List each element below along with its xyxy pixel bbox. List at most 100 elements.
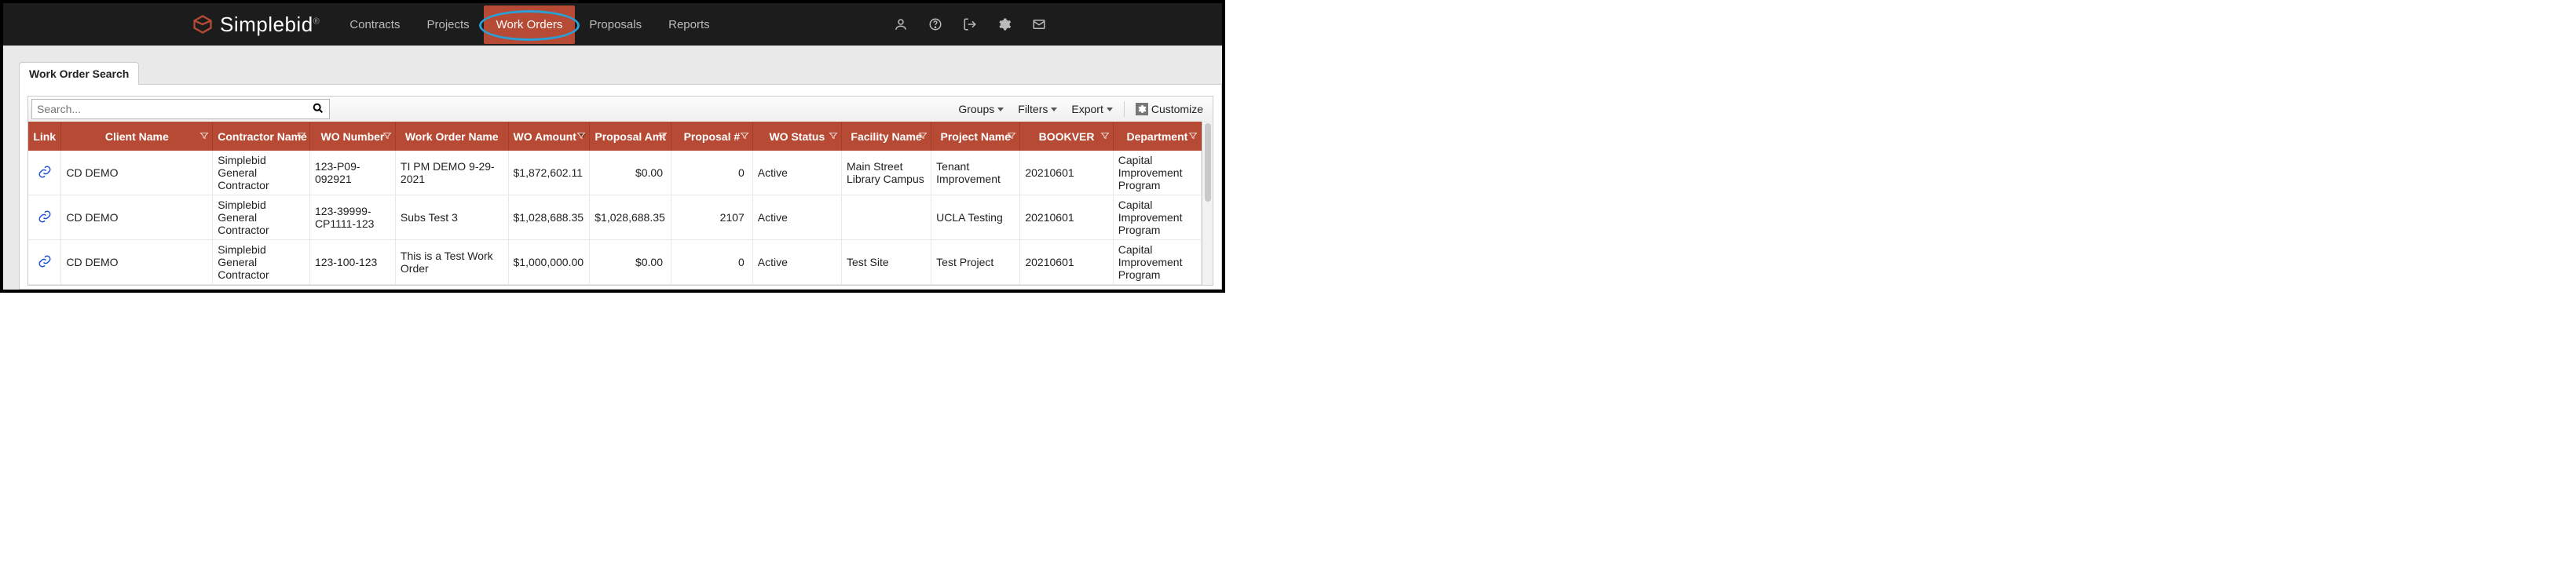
nav-tab-projects[interactable]: Projects (414, 5, 481, 44)
cell-woname: This is a Test Work Order (395, 240, 508, 285)
cell-status: Active (752, 151, 841, 195)
filter-icon[interactable] (382, 130, 392, 143)
column-header-project[interactable]: Project Name (931, 122, 1020, 151)
cell-status: Active (752, 195, 841, 240)
nav-tab-reports[interactable]: Reports (656, 5, 723, 44)
cell-wonum: 123-39999-CP1111-123 (309, 195, 395, 240)
cell-contractor: Simplebid General Contractor (213, 240, 310, 285)
column-header-woname[interactable]: Work Order Name (395, 122, 508, 151)
nav-tab-work-orders[interactable]: Work Orders (484, 5, 576, 44)
cell-status: Active (752, 240, 841, 285)
column-header-status[interactable]: WO Status (752, 122, 841, 151)
filter-icon[interactable] (1188, 130, 1198, 143)
brand-logo[interactable]: Simplebid® (3, 13, 337, 37)
column-header-label: WO Amount (514, 130, 576, 143)
cell-propamt: $1,028,688.35 (590, 195, 671, 240)
settings-gear-icon[interactable] (997, 17, 1012, 31)
cell-woamount: $1,028,688.35 (508, 195, 590, 240)
column-header-label: Proposal Amt (595, 130, 666, 143)
column-header-facility[interactable]: Facility Name (841, 122, 931, 151)
dropdown-label: Export (1071, 103, 1103, 115)
cell-facility (841, 195, 931, 240)
nav-tab-contracts[interactable]: Contracts (337, 5, 412, 44)
page-tab-work-order-search[interactable]: Work Order Search (19, 62, 139, 85)
vertical-scrollbar[interactable] (1202, 122, 1213, 286)
search-icon[interactable] (307, 102, 329, 117)
filter-icon[interactable] (829, 130, 838, 143)
row-link-icon[interactable] (38, 213, 52, 226)
cell-contractor: Simplebid General Contractor (213, 151, 310, 195)
column-header-label: Project Name (941, 130, 1011, 143)
cell-link[interactable] (28, 151, 61, 195)
column-header-propnum[interactable]: Proposal # (671, 122, 753, 151)
filter-icon[interactable] (576, 130, 586, 143)
cell-dept: Capital Improvement Program (1113, 151, 1201, 195)
logout-icon[interactable] (963, 17, 977, 31)
column-header-label: Proposal # (684, 130, 741, 143)
cell-propnum: 2107 (671, 195, 753, 240)
filter-icon[interactable] (199, 130, 209, 143)
column-header-contractor[interactable]: Contractor Name (213, 122, 310, 151)
cell-propamt: $0.00 (590, 151, 671, 195)
cell-woamount: $1,000,000.00 (508, 240, 590, 285)
cell-wonum: 123-P09-092921 (309, 151, 395, 195)
filter-icon[interactable] (1007, 130, 1016, 143)
nav-tabs: Contracts Projects Work Orders Proposals… (337, 5, 722, 44)
filter-icon[interactable] (297, 130, 306, 143)
cell-project: Tenant Improvement (931, 151, 1020, 195)
nav-icons (894, 17, 1211, 31)
cell-contractor: Simplebid General Contractor (213, 195, 310, 240)
cell-propnum: 0 (671, 240, 753, 285)
cell-wonum: 123-100-123 (309, 240, 395, 285)
nav-tab-label: Projects (426, 18, 469, 31)
nav-tab-label: Contracts (349, 18, 400, 31)
nav-tab-proposals[interactable]: Proposals (576, 5, 654, 44)
caret-down-icon (1051, 108, 1057, 111)
cell-facility: Main Street Library Campus (841, 151, 931, 195)
filter-icon[interactable] (740, 130, 749, 143)
row-link-icon[interactable] (38, 258, 52, 271)
cell-project: Test Project (931, 240, 1020, 285)
filter-icon[interactable] (658, 130, 668, 143)
filters-dropdown[interactable]: Filters (1013, 100, 1062, 118)
row-link-icon[interactable] (38, 169, 52, 181)
column-header-label: Work Order Name (405, 130, 499, 143)
mail-icon[interactable] (1032, 17, 1046, 31)
cell-link[interactable] (28, 240, 61, 285)
cell-client: CD DEMO (61, 151, 213, 195)
column-header-woamount[interactable]: WO Amount (508, 122, 590, 151)
customize-button[interactable]: Customize (1131, 100, 1208, 118)
cell-woname: TI PM DEMO 9-29-2021 (395, 151, 508, 195)
customize-label: Customize (1151, 103, 1203, 115)
filter-icon[interactable] (918, 130, 928, 143)
user-icon[interactable] (894, 17, 908, 31)
scrollbar-thumb[interactable] (1205, 123, 1211, 202)
nav-tab-label: Proposals (589, 18, 642, 31)
cell-client: CD DEMO (61, 195, 213, 240)
brand-name: Simplebid® (220, 13, 320, 37)
column-header-label: Client Name (105, 130, 169, 143)
caret-down-icon (1107, 108, 1113, 111)
column-header-label: BOOKVER (1039, 130, 1095, 143)
column-header-dept[interactable]: Department (1113, 122, 1201, 151)
cell-bookver: 20210601 (1020, 151, 1113, 195)
cell-project: UCLA Testing (931, 195, 1020, 240)
column-header-propamt[interactable]: Proposal Amt (590, 122, 671, 151)
groups-dropdown[interactable]: Groups (953, 100, 1008, 118)
column-header-client[interactable]: Client Name (61, 122, 213, 151)
column-header-bookver[interactable]: BOOKVER (1020, 122, 1113, 151)
export-dropdown[interactable]: Export (1067, 100, 1117, 118)
column-header-wonum[interactable]: WO Number (309, 122, 395, 151)
cell-client: CD DEMO (61, 240, 213, 285)
column-header-link[interactable]: Link (28, 122, 61, 151)
cell-bookver: 20210601 (1020, 195, 1113, 240)
cell-woname: Subs Test 3 (395, 195, 508, 240)
filter-icon[interactable] (1100, 130, 1110, 143)
cell-dept: Capital Improvement Program (1113, 240, 1201, 285)
nav-tab-label: Reports (668, 18, 710, 31)
help-icon[interactable] (928, 17, 942, 31)
toolbar-separator (1124, 101, 1125, 117)
cell-link[interactable] (28, 195, 61, 240)
search-input[interactable] (32, 100, 307, 118)
column-header-label: Facility Name (851, 130, 921, 143)
